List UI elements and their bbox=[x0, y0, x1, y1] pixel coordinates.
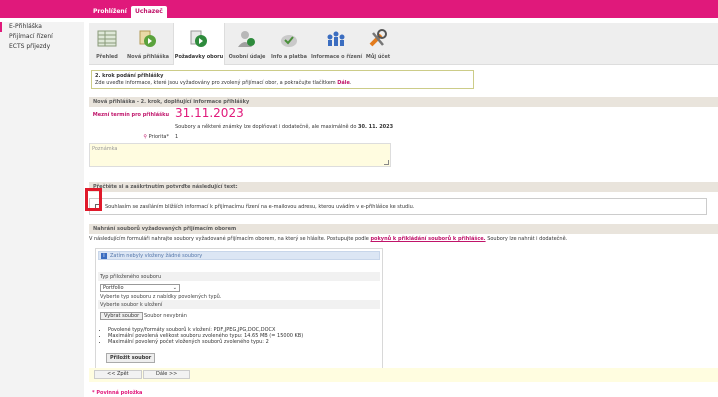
people-info-icon bbox=[327, 31, 345, 46]
upload-panel: Nahrání souborů vyžadovaných přijímacím … bbox=[89, 224, 718, 374]
sidebar-item-e-prihlaska[interactable]: E-Přihláška bbox=[0, 22, 84, 32]
consent-row: Souhlasím se zasíláním bližších informac… bbox=[89, 198, 707, 215]
sidebar-item-prijimaci-rizeni[interactable]: Přijímací řízení bbox=[0, 32, 84, 42]
toolbar-nova-prihlaska[interactable]: Nová přihláška bbox=[125, 23, 171, 65]
step-text: Zde uveďte informace, které jsou vyžadov… bbox=[95, 80, 352, 86]
note-textarea[interactable]: Poznámka bbox=[89, 143, 391, 167]
files-note: Soubory a některé známky lze doplňovat i… bbox=[175, 124, 394, 130]
upload-instructions-link[interactable]: pokynů k přikládání souborů k přihlášce. bbox=[370, 236, 485, 242]
tab-prohlizeni[interactable]: Prohlížení bbox=[89, 6, 131, 18]
priority-value: 1 bbox=[175, 134, 179, 140]
deadline-label: Mezní termín pro přihlášku bbox=[92, 112, 169, 118]
toolbar-pozadavky-oboru[interactable]: Požadavky oboru bbox=[173, 23, 225, 65]
wizard-nav: << Zpět Dále >> bbox=[89, 368, 718, 382]
deadline-date: 31.11.2023 bbox=[175, 106, 244, 120]
next-button[interactable]: Dále >> bbox=[143, 370, 191, 379]
type-label: Typ přiloženého souboru bbox=[100, 274, 162, 280]
chevron-down-icon: ⌄ bbox=[172, 285, 177, 291]
toolbar-prehled[interactable]: Přehled bbox=[93, 23, 121, 65]
highlight-frame bbox=[85, 188, 102, 211]
consent-text: Souhlasím se zasíláním bližších informac… bbox=[105, 204, 415, 210]
deadline-row: Mezní termín pro přihlášku 31.11.2023 bbox=[89, 106, 718, 121]
application-panel: Nová přihláška - 2. krok, doplňující inf… bbox=[89, 97, 718, 175]
toolbar-muj-ucet[interactable]: Můj účet bbox=[363, 23, 393, 65]
mandatory-note: * Povinná položka bbox=[92, 390, 143, 396]
tab-uchazec[interactable]: Uchazeč bbox=[131, 6, 167, 18]
file-none-text: Soubor nevybrán bbox=[144, 313, 187, 319]
upload-form: i Zatím nebyly vloženy žádné soubory Typ… bbox=[95, 248, 383, 374]
requirements-icon bbox=[190, 30, 207, 47]
table-icon bbox=[97, 30, 117, 47]
toolbar: Přehled Nová přihláška Požadavky oboru O… bbox=[89, 23, 718, 65]
top-bar: Prohlížení Uchazeč bbox=[0, 0, 718, 18]
toolbar-informace-rizeni[interactable]: Informace o řízení bbox=[311, 23, 362, 65]
upload-intro: V následujícím formuláři nahrajte soubor… bbox=[89, 236, 568, 242]
person-icon bbox=[238, 31, 255, 47]
back-button[interactable]: << Zpět bbox=[94, 370, 142, 379]
file-label: Vyberte soubor k uložení bbox=[100, 302, 163, 308]
sidebar: E-Přihláška Přijímací řízení ECTS příjez… bbox=[0, 22, 84, 397]
tools-icon bbox=[369, 29, 387, 47]
upload-rules: Povolené typy/formáty souborů k vložení:… bbox=[104, 327, 303, 345]
consent-header: Přečtěte si a zaškrtnutím potvrďte násle… bbox=[89, 182, 718, 192]
step-description: 2. krok podání přihlášky Zde uveďte info… bbox=[91, 70, 474, 89]
info-icon: i bbox=[101, 253, 107, 259]
upload-header: Nahrání souborů vyžadovaných přijímacím … bbox=[89, 224, 718, 234]
payment-icon bbox=[281, 35, 297, 47]
choose-file-button[interactable]: Vybrat soubor bbox=[100, 312, 144, 320]
rule-item: Maximální povolený počet vložených soubo… bbox=[108, 339, 303, 345]
file-type-select[interactable]: Portfolio ⌄ bbox=[100, 284, 180, 292]
consent-panel: Přečtěte si a zaškrtnutím potvrďte násle… bbox=[89, 182, 718, 218]
priority-label: ⚲ Priorita* bbox=[143, 134, 169, 140]
attach-file-button[interactable]: Přiložit soubor bbox=[106, 353, 156, 363]
priority-icon: ⚲ bbox=[143, 134, 147, 140]
toolbar-osobni-udaje[interactable]: Osobní údaje bbox=[227, 23, 267, 65]
toolbar-info-platba[interactable]: Info a platba bbox=[269, 23, 309, 65]
step-title: 2. krok podání přihlášky bbox=[95, 73, 164, 79]
resize-handle[interactable] bbox=[384, 160, 389, 165]
info-bar: i Zatím nebyly vloženy žádné soubory bbox=[98, 251, 380, 260]
sidebar-item-ects[interactable]: ECTS příjezdy bbox=[0, 42, 84, 52]
new-application-icon bbox=[139, 30, 156, 47]
